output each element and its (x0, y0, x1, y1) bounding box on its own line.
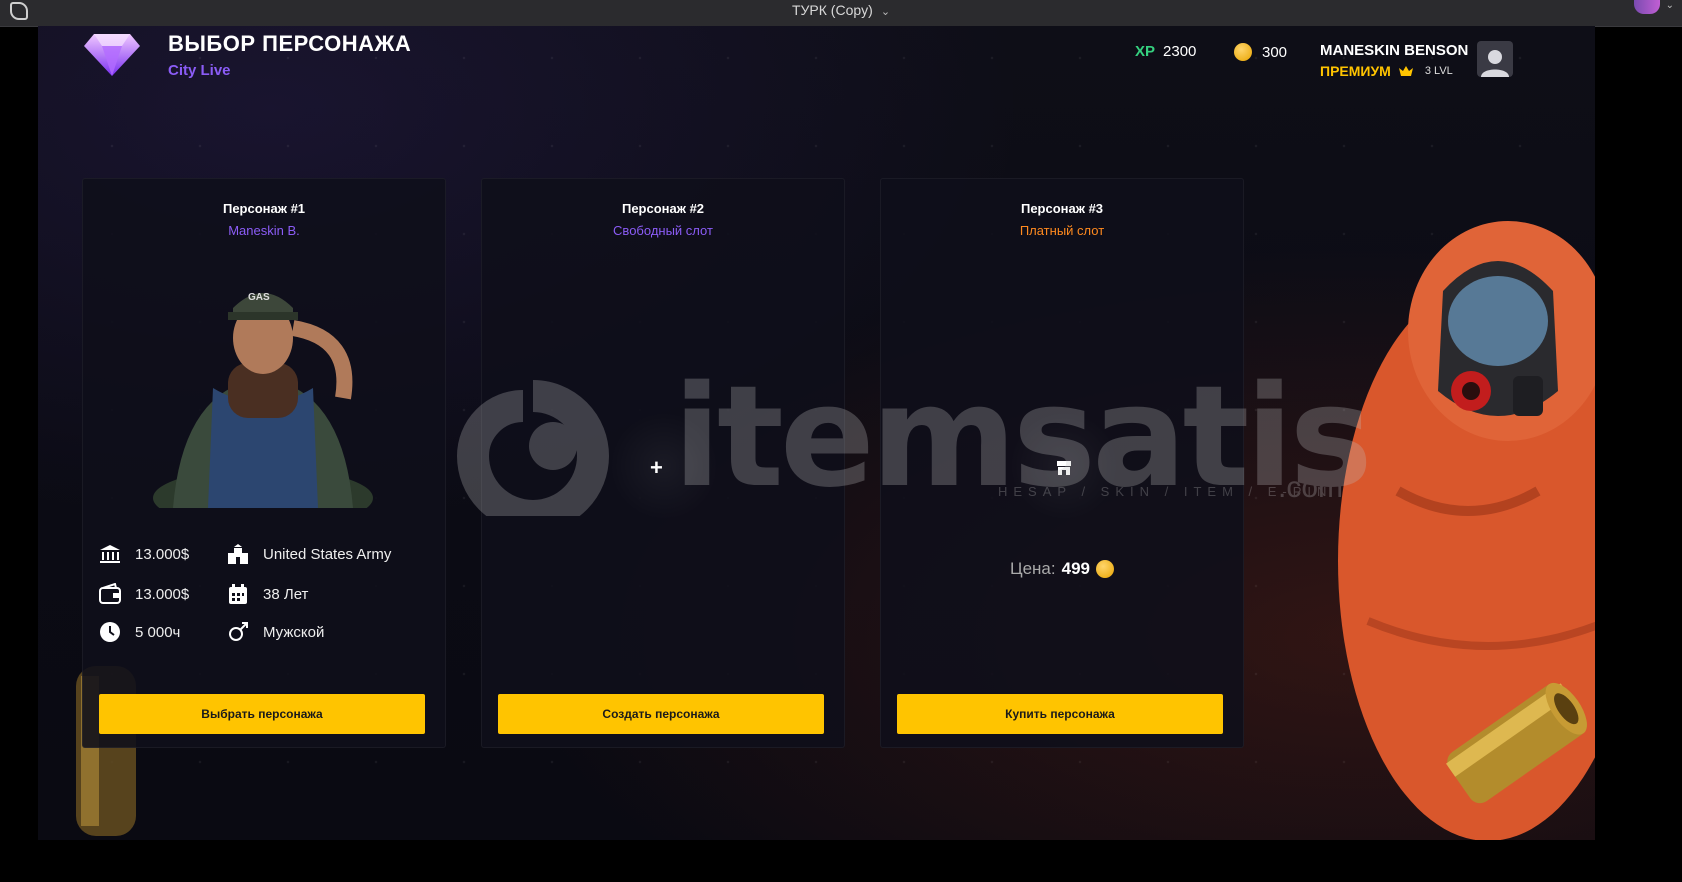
shop-icon[interactable] (1056, 461, 1072, 475)
svg-text:GAS: GAS (248, 292, 270, 303)
card-title: Персонаж #3 (1020, 201, 1104, 216)
page-title: ВЫБОР ПЕРСОНАЖА (168, 31, 412, 56)
window-titlebar: ТУРК (Copy) ⌄ ⌄ (0, 0, 1682, 27)
xp-counter: XP 2300 (1135, 43, 1196, 60)
create-character-button[interactable]: Создать персонажа (498, 694, 824, 734)
premium-label: ПРЕМИУМ (1320, 63, 1391, 79)
slot-status: Платный слот (1019, 223, 1105, 238)
buy-character-button[interactable]: Купить персонажа (897, 694, 1223, 734)
cash-value: 13.000$ (135, 585, 190, 603)
level-badge: 3 LVL (1424, 65, 1453, 77)
chevron-down-icon[interactable]: ⌄ (1666, 0, 1674, 11)
price-label: Цена: (1010, 559, 1056, 578)
hours-value: 5 000ч (135, 623, 181, 641)
clock-icon (100, 622, 120, 642)
slot-glow (609, 411, 719, 521)
username: MANESKIN BENSON (1320, 42, 1469, 59)
gender-icon (229, 622, 248, 641)
server-name: City Live (168, 62, 231, 79)
chevron-down-icon[interactable]: ⌄ (881, 5, 890, 18)
coin-icon (1234, 43, 1252, 61)
faction: United States Army (227, 543, 391, 565)
watermark-domain: .com (1278, 471, 1344, 504)
gender-value: Мужской (263, 623, 325, 641)
age-value: 38 Лет (263, 585, 309, 603)
bank-balance: 13.000$ (99, 543, 189, 565)
select-character-button[interactable]: Выбрать персонажа (99, 694, 425, 734)
slot-status: Свободный слот (613, 223, 713, 238)
xp-label: XP (1135, 43, 1156, 60)
user-silhouette-icon (1481, 50, 1509, 77)
window-title-text: ТУРК (Copy) (791, 2, 873, 18)
crown-icon (1398, 66, 1413, 76)
card-title: Персонаж #2 (621, 201, 705, 216)
price-value: 499 (1061, 559, 1090, 578)
character-select-screen: ВЫБОР ПЕРСОНАЖА City Live XP 2300 300 MAN… (38, 26, 1595, 840)
plus-icon[interactable]: + (650, 455, 663, 481)
coin-icon (1095, 560, 1114, 578)
gender: Мужской (227, 621, 324, 643)
user-avatar[interactable] (1477, 41, 1513, 77)
calendar-icon (229, 584, 247, 604)
xp-value: 2300 (1163, 43, 1197, 60)
faction-value: United States Army (263, 545, 392, 563)
coin-counter: 300 (1234, 43, 1287, 61)
character-portrait: GAS (153, 292, 373, 508)
building-icon (228, 544, 248, 564)
slot-price: Цена: 499 (881, 559, 1243, 579)
bank-value: 13.000$ (135, 545, 190, 563)
window-title[interactable]: ТУРК (Copy) ⌄ (0, 2, 1682, 18)
bullet-shell-art (1445, 682, 1587, 804)
character-card-3[interactable]: Персонаж #3 Платный слот Цена: 499 Купит… (880, 178, 1244, 748)
age: 38 Лет (227, 583, 308, 605)
character-name: Maneskin B. (228, 223, 300, 238)
bank-icon (100, 545, 120, 563)
character-card-2[interactable]: Персонаж #2 Свободный слот + Создать пер… (481, 178, 845, 748)
played-hours: 5 000ч (99, 621, 180, 643)
wallet-icon (99, 583, 121, 604)
premium-status: ПРЕМИУМ 3 LVL (1320, 63, 1453, 79)
cash-balance: 13.000$ (99, 583, 189, 605)
card-title: Персонаж #1 (222, 201, 306, 216)
coin-value: 300 (1262, 43, 1288, 61)
profile-avatar-icon[interactable] (1634, 0, 1660, 14)
diamond-logo-icon (84, 34, 140, 76)
